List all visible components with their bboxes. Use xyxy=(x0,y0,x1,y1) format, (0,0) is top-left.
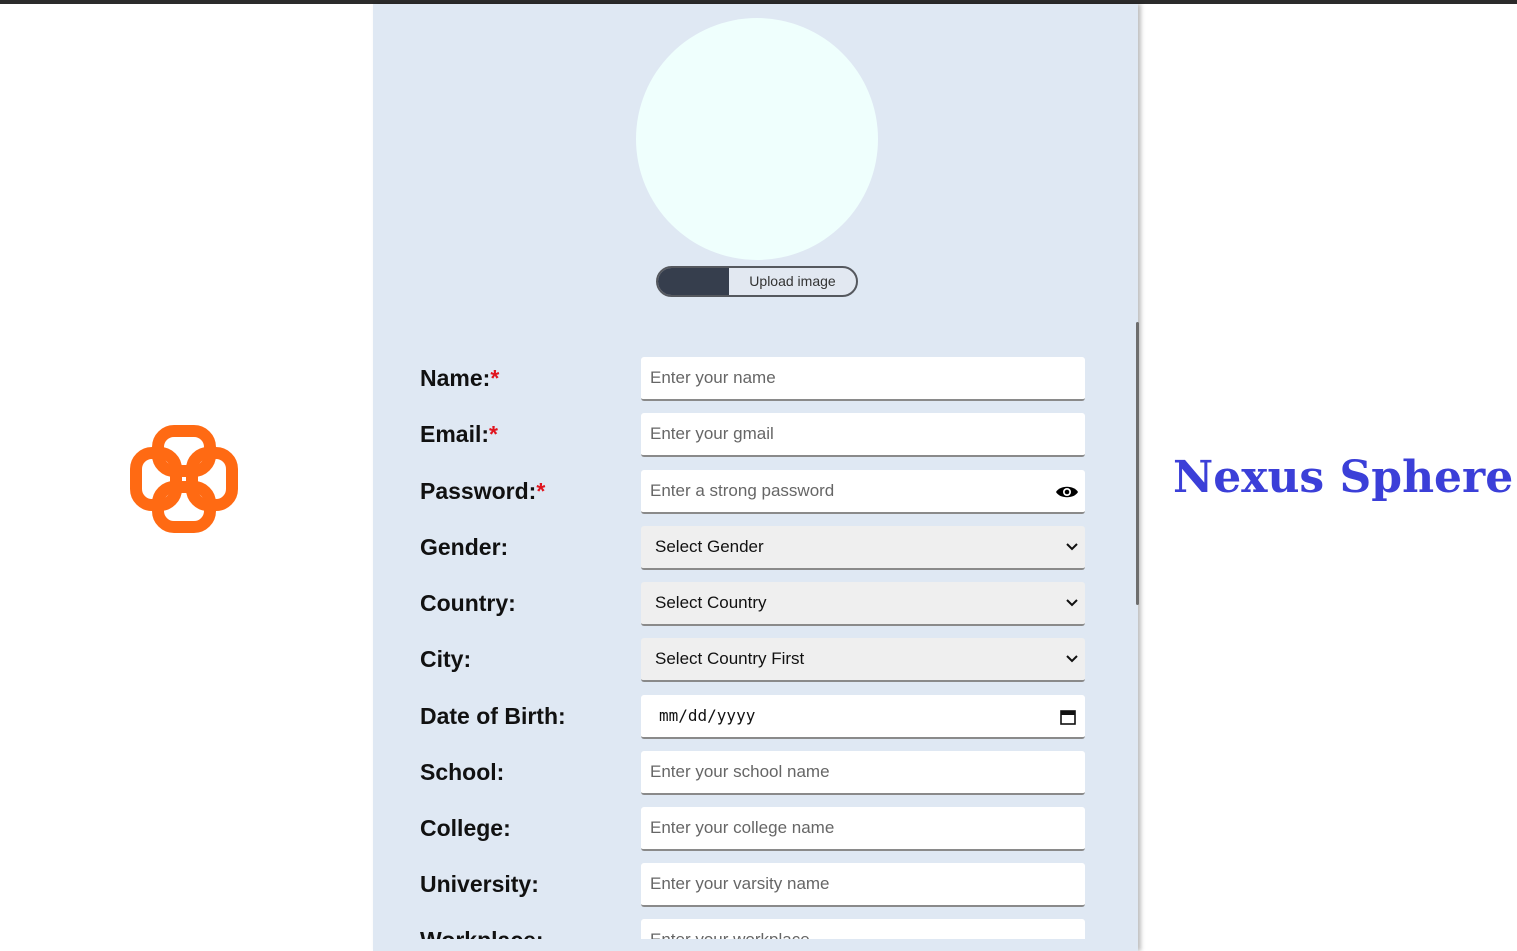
email-input[interactable]: Enter your gmail xyxy=(641,413,1085,457)
email-row: Email:* Enter your gmail xyxy=(373,413,1138,459)
scroll-clip xyxy=(373,939,1138,951)
country-label: Country: xyxy=(420,590,516,616)
required-mark: * xyxy=(536,478,546,504)
chevron-down-icon xyxy=(1066,543,1078,551)
city-label: City: xyxy=(420,646,472,672)
upload-image-button[interactable]: Upload image xyxy=(656,266,858,297)
email-label: Email:* xyxy=(420,421,498,447)
required-mark: * xyxy=(489,421,498,447)
gender-select[interactable]: Select Gender xyxy=(641,526,1085,570)
name-label: Name:* xyxy=(420,365,500,391)
city-select[interactable]: Select Country First xyxy=(641,638,1085,682)
name-row: Name:* Enter your name xyxy=(373,357,1138,403)
school-row: School: Enter your school name xyxy=(373,751,1138,797)
signup-panel: Upload image Name:* Enter your name Emai… xyxy=(373,4,1138,951)
nexus-sphere-logo-icon xyxy=(130,425,238,533)
college-label: College: xyxy=(420,815,511,841)
brand-name: Nexus Sphere xyxy=(1173,452,1514,503)
profile-avatar xyxy=(636,18,878,260)
chevron-down-icon xyxy=(1066,599,1078,607)
gender-row: Gender: Select Gender xyxy=(373,526,1138,572)
name-input[interactable]: Enter your name xyxy=(641,357,1085,401)
dob-input[interactable]: mm/dd/yyyy xyxy=(641,695,1085,739)
calendar-icon[interactable] xyxy=(1060,709,1076,725)
city-row: City: Select Country First xyxy=(373,638,1138,684)
university-label: University: xyxy=(420,871,539,897)
school-label: School: xyxy=(420,759,505,785)
college-row: College: Enter your college name xyxy=(373,807,1138,853)
password-label: Password:* xyxy=(420,478,546,504)
password-row: Password:* Enter a strong password xyxy=(373,470,1138,516)
scrollbar-thumb[interactable] xyxy=(1136,322,1139,605)
school-input[interactable]: Enter your school name xyxy=(641,751,1085,795)
dob-row: Date of Birth: mm/dd/yyyy xyxy=(373,695,1138,741)
password-input[interactable]: Enter a strong password xyxy=(641,470,1085,514)
file-chooser-button[interactable] xyxy=(658,268,729,295)
university-row: University: Enter your varsity name xyxy=(373,863,1138,909)
country-row: Country: Select Country xyxy=(373,582,1138,628)
gender-label: Gender: xyxy=(420,534,509,560)
dob-label: Date of Birth: xyxy=(420,703,566,729)
chevron-down-icon xyxy=(1066,655,1078,663)
university-input[interactable]: Enter your varsity name xyxy=(641,863,1085,907)
eye-icon[interactable] xyxy=(1055,483,1079,501)
required-mark: * xyxy=(490,365,500,391)
country-select[interactable]: Select Country xyxy=(641,582,1085,626)
college-input[interactable]: Enter your college name xyxy=(641,807,1085,851)
upload-image-label: Upload image xyxy=(749,273,836,289)
